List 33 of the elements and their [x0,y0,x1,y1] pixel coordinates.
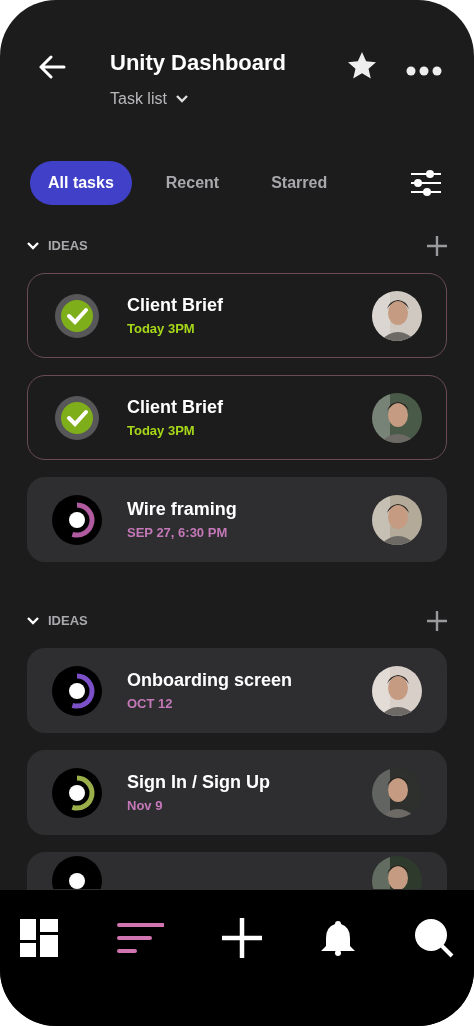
due-date: SEP 27, 6:30 PM [127,524,229,543]
task-list-dropdown[interactable]: Task list [110,87,189,111]
task-title: Sign In / Sign Up [127,771,271,795]
add-icon[interactable] [426,610,448,632]
task-title: Client Brief [127,396,224,420]
task-card[interactable]: Sign In / Sign Up Nov 9 [27,750,447,835]
filter-tab[interactable]: Recent [147,161,238,205]
task-card[interactable]: Wire framing SEP 27, 6:30 PM [27,477,447,562]
due-date: Nov 9 [127,797,164,816]
task-card[interactable]: Client Brief Today 3PM [27,375,447,460]
due-date: Today 3PM [127,422,196,441]
filter-tab[interactable]: All tasks [30,161,132,205]
chevron-icon[interactable] [26,616,40,626]
task-title: Onboarding screen [127,669,294,693]
chevron-icon [174,94,189,104]
task-title: Wire framing [127,498,238,522]
section-title: IDEAS [48,612,89,631]
task-card[interactable]: Client Brief Today 3PM [27,273,447,358]
screen-title: Unity Dashboard [110,49,288,77]
due-date: OCT 12 [127,695,174,714]
section-title: IDEAS [48,237,89,256]
chevron-icon[interactable] [26,241,40,251]
progress-ring-icon [52,665,102,716]
task-title: Client Brief [127,294,224,318]
checkmark-icon[interactable] [53,291,101,340]
filter-tab[interactable]: Starred [253,161,346,205]
checkmark-icon[interactable] [53,393,101,442]
task-card[interactable]: Onboarding screen OCT 12 [27,648,447,733]
progress-ring-icon [52,494,102,545]
progress-ring-icon [52,767,102,818]
due-date: Today 3PM [127,320,196,339]
add-icon[interactable] [426,235,448,257]
task-card[interactable] [27,852,447,890]
